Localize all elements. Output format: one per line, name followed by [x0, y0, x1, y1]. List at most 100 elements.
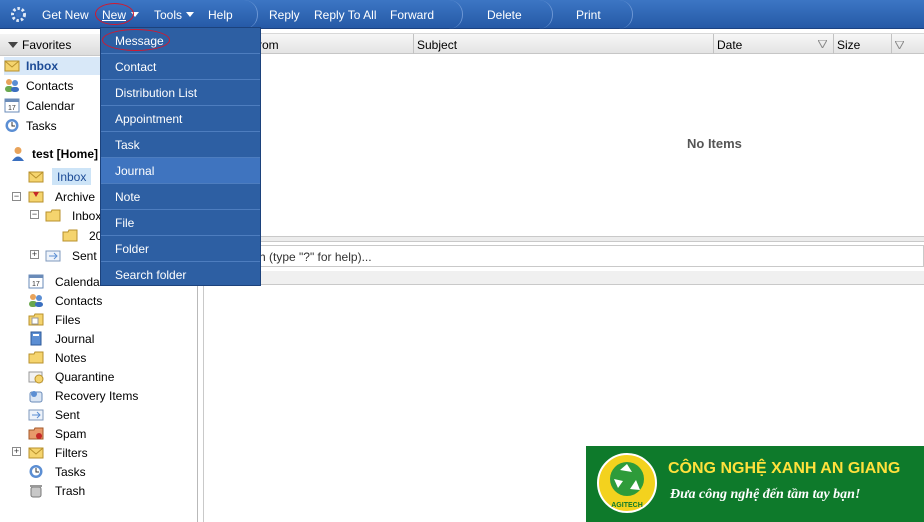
menu-item-journal[interactable]: Journal — [101, 158, 260, 184]
tree-item-filters[interactable]: Filters — [28, 444, 188, 462]
tree-item-tasks[interactable]: Tasks — [28, 463, 188, 481]
journal-folder-icon — [30, 331, 42, 346]
recovery-folder-label: Recovery Items — [55, 389, 139, 403]
column-filter-icon[interactable] — [894, 40, 905, 51]
tree-item-files[interactable]: Files — [28, 311, 188, 329]
tree-item-quarantine[interactable]: Quarantine — [28, 368, 188, 386]
logo-title: CÔNG NGHỆ XANH AN GIANG — [668, 460, 901, 477]
archive-sent-label: Sent — [72, 249, 97, 263]
favorites-item-inbox[interactable]: Inbox — [4, 57, 100, 75]
menu-item-distribution-list[interactable]: Distribution List — [101, 80, 260, 106]
menu-item-task[interactable]: Task — [101, 132, 260, 158]
message-list-header: rom Subject Date Size — [199, 33, 924, 54]
calendar-folder-icon: 17 — [28, 274, 44, 289]
main-toolbar: Get New New Tools Help Reply Reply To Al… — [0, 0, 924, 29]
delete-button[interactable]: Delete — [487, 8, 522, 22]
column-from[interactable]: rom — [254, 34, 414, 54]
favorites-item-contacts[interactable]: Contacts — [4, 77, 100, 95]
archive-inbox-folder-icon — [45, 209, 61, 222]
sort-filter-icon[interactable] — [818, 40, 827, 48]
filters-folder-icon — [28, 447, 44, 459]
tree-item-spam[interactable]: Spam — [28, 425, 188, 443]
archive-inbox-label: Inbox — [72, 209, 102, 223]
spam-folder-icon — [28, 427, 44, 440]
favorites-inbox-label: Inbox — [26, 59, 58, 73]
favorites-item-calendar[interactable]: 17 Calendar — [4, 97, 100, 115]
tree-item-trash[interactable]: Trash — [28, 482, 188, 500]
help-button[interactable]: Help — [208, 8, 233, 22]
recovery-folder-icon — [29, 391, 43, 403]
menu-item-folder[interactable]: Folder — [101, 236, 260, 262]
favorites-label: Favorites — [22, 38, 72, 52]
forward-button[interactable]: Forward — [390, 8, 434, 22]
tree-item-recovery-items[interactable]: Recovery Items — [28, 387, 188, 405]
favorites-calendar-label: Calendar — [26, 99, 75, 113]
archive-sent-expand-icon[interactable]: + — [30, 250, 39, 259]
contacts-folder-icon — [29, 294, 43, 307]
spam-folder-label: Spam — [55, 427, 87, 441]
get-new-button[interactable]: Get New — [42, 8, 89, 22]
archive-inbox-expand-icon[interactable]: − — [30, 210, 39, 219]
year-folder-icon — [62, 229, 78, 242]
files-folder-label: Files — [55, 313, 81, 327]
reply-button[interactable]: Reply — [269, 8, 300, 22]
menu-folder-label: Folder — [115, 242, 150, 256]
calendar-folder-label: Calendar — [55, 275, 104, 289]
contacts-folder-label: Contacts — [55, 294, 103, 308]
column-flag[interactable] — [891, 34, 913, 54]
print-button[interactable]: Print — [576, 8, 601, 22]
menu-item-contact[interactable]: Contact — [101, 54, 260, 80]
tree-item-archive-sent[interactable]: Sent — [45, 247, 105, 265]
column-subject-label: Subject — [417, 38, 458, 52]
column-size-label: Size — [837, 38, 861, 52]
tree-item-archive-inbox[interactable]: Inbox — [45, 207, 105, 225]
tasks-icon — [5, 119, 19, 132]
menu-item-file[interactable]: File — [101, 210, 260, 236]
new-dropdown-menu: Message Contact Distribution List Appoin… — [100, 27, 261, 286]
tree-item-notes[interactable]: Notes — [28, 349, 188, 367]
search-hint: h (type "?" for help)... — [259, 250, 372, 264]
recycle-logo-icon: AGITECH — [597, 453, 657, 513]
reply-all-button[interactable]: Reply To All — [314, 8, 376, 22]
column-subject[interactable]: Subject — [413, 34, 713, 54]
archive-expand-icon[interactable]: − — [12, 192, 21, 201]
column-date-label: Date — [717, 38, 743, 52]
tree-item-archive-year[interactable]: 20 — [62, 227, 102, 245]
inbox-folder-icon — [28, 171, 44, 183]
sent-folder-label: Sent — [55, 408, 80, 422]
column-from-label: rom — [258, 38, 279, 52]
menu-distribution-list-label: Distribution List — [115, 86, 198, 100]
menu-item-note[interactable]: Note — [101, 184, 260, 210]
tasks-folder-icon — [29, 465, 43, 478]
collapse-arrow-icon[interactable] — [8, 42, 18, 48]
svg-text:17: 17 — [8, 105, 16, 112]
quarantine-folder-icon — [28, 371, 44, 384]
journal-folder-label: Journal — [55, 332, 95, 346]
preview-splitter[interactable] — [199, 271, 924, 285]
contacts-icon — [5, 79, 19, 92]
tools-dropdown-arrow-icon[interactable] — [186, 12, 194, 17]
tasks-folder-label: Tasks — [55, 465, 86, 479]
tools-button[interactable]: Tools — [154, 8, 182, 22]
tree-inbox-label[interactable]: Inbox — [52, 168, 92, 185]
menu-item-appointment[interactable]: Appointment — [101, 106, 260, 132]
favorites-item-tasks[interactable]: Tasks — [4, 117, 100, 135]
filters-expand-icon[interactable]: + — [12, 447, 21, 456]
menu-note-label: Note — [115, 190, 141, 204]
tree-item-sent[interactable]: Sent — [28, 406, 188, 424]
account-label: test [Home] — [32, 147, 99, 161]
column-date[interactable]: Date — [713, 34, 833, 54]
files-folder-icon — [28, 313, 44, 326]
user-icon — [12, 147, 24, 161]
search-bar[interactable]: h (type "?" for help)... — [199, 245, 924, 267]
tree-item-journal[interactable]: Journal — [28, 330, 188, 348]
tree-item-contacts[interactable]: Contacts — [28, 292, 188, 310]
svg-text:17: 17 — [32, 281, 40, 288]
gear-icon[interactable] — [10, 6, 27, 23]
column-size[interactable]: Size — [833, 34, 891, 54]
brand-logo: AGITECH CÔNG NGHỆ XANH AN GIANG Đưa công… — [586, 446, 924, 522]
filters-folder-label: Filters — [55, 446, 88, 460]
menu-contact-label: Contact — [115, 60, 157, 74]
list-splitter[interactable] — [199, 236, 924, 242]
menu-item-search-folder[interactable]: Search folder — [101, 262, 260, 288]
